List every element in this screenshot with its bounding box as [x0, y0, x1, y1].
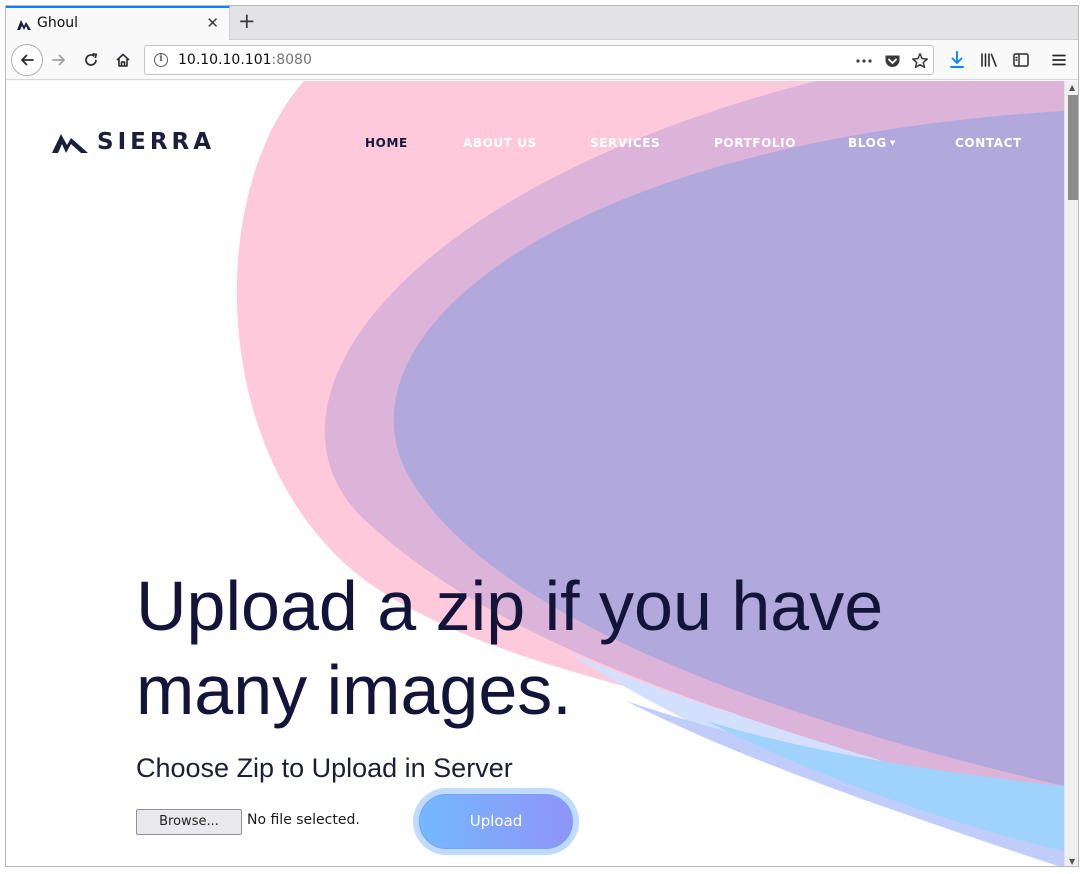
url-port: :8080	[271, 52, 312, 68]
page-viewport: SIERRA HOME ABOUT US SERVICES PORTFOLIO …	[6, 81, 1064, 866]
hero-heading: Upload a zip if you have many images.	[136, 564, 956, 732]
nav-about-us[interactable]: ABOUT US	[463, 136, 537, 150]
more-dots-icon[interactable]	[853, 50, 875, 72]
home-icon[interactable]	[108, 45, 138, 75]
new-tab-icon[interactable]: +	[238, 9, 256, 33]
pocket-icon[interactable]	[881, 50, 903, 72]
upload-form-heading: Choose Zip to Upload in Server	[136, 753, 513, 783]
caret-down-icon: ▼	[889, 139, 896, 147]
nav-home[interactable]: HOME	[365, 136, 408, 150]
hamburger-menu-icon[interactable]	[1044, 45, 1074, 75]
reload-icon[interactable]	[76, 45, 106, 75]
forward-arrow-icon[interactable]	[44, 45, 74, 75]
close-tab-icon[interactable]: ✕	[206, 14, 219, 32]
hero-line-2: many images.	[136, 651, 572, 729]
browse-button[interactable]: Browse...	[136, 809, 242, 835]
browser-window: Ghoul ✕ + i 10.10.10.101:8080 SIERRA HOM…	[5, 5, 1079, 867]
url-host: 10.10.10.101	[178, 52, 272, 68]
site-logo[interactable]: SIERRA	[52, 129, 215, 155]
nav-blog[interactable]: BLOG ▼	[848, 136, 896, 150]
tab-title: Ghoul	[37, 15, 79, 31]
upload-button[interactable]: Upload	[419, 794, 573, 849]
nav-toolbar: i 10.10.10.101:8080	[6, 40, 1078, 80]
tab-strip: Ghoul ✕ +	[6, 6, 1078, 40]
scroll-down-icon[interactable]: ▼	[1069, 857, 1075, 866]
page-scrollbar[interactable]: ▲ ▼	[1064, 81, 1078, 866]
hero-line-1: Upload a zip if you have	[136, 567, 884, 645]
scroll-thumb[interactable]	[1068, 95, 1078, 200]
nav-services[interactable]: SERVICES	[590, 136, 660, 150]
sierra-logo-icon	[17, 20, 31, 30]
logo-text: SIERRA	[97, 129, 216, 155]
nav-blog-label: BLOG	[848, 136, 887, 150]
url-text[interactable]: 10.10.10.101:8080	[178, 52, 312, 68]
sidebar-icon[interactable]	[1006, 45, 1036, 75]
nav-portfolio[interactable]: PORTFOLIO	[714, 136, 796, 150]
decorative-wave-background	[236, 81, 1064, 866]
star-icon[interactable]	[909, 50, 931, 72]
file-status-text: No file selected.	[247, 812, 360, 828]
site-info-icon[interactable]: i	[154, 53, 168, 67]
library-icon[interactable]	[974, 45, 1004, 75]
nav-contact[interactable]: CONTACT	[955, 136, 1022, 150]
mountain-logo-icon	[52, 134, 88, 153]
scroll-up-icon[interactable]: ▲	[1069, 83, 1075, 92]
download-icon[interactable]	[942, 45, 972, 75]
tab-ghoul[interactable]: Ghoul ✕	[6, 6, 230, 40]
url-bar[interactable]: i 10.10.10.101:8080	[144, 45, 934, 75]
back-arrow-icon[interactable]	[11, 44, 43, 76]
